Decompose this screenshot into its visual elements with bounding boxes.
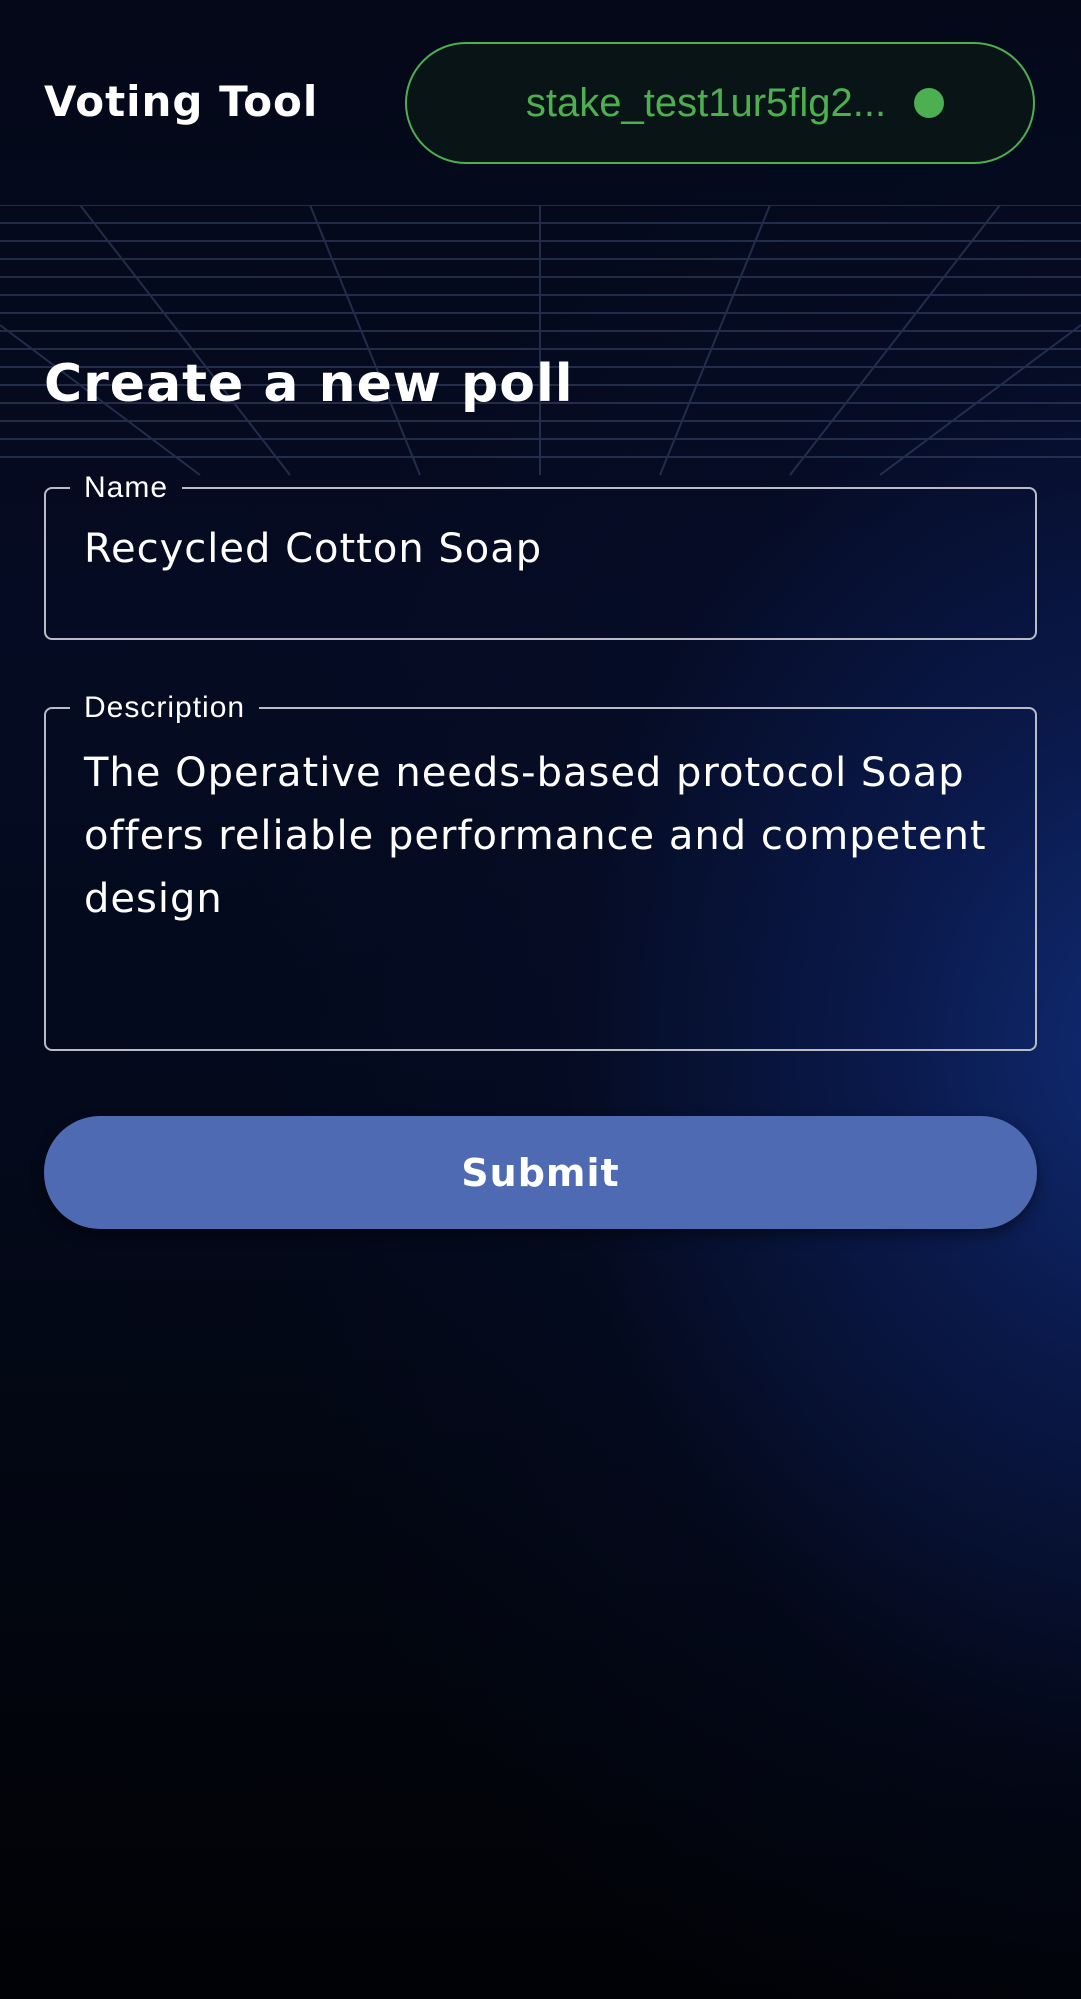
app-header: Voting Tool stake_test1ur5flg2... [0, 0, 1081, 205]
connection-status-dot-icon [914, 88, 945, 118]
description-field: Description The Operative needs-based pr… [44, 690, 1037, 1051]
name-input[interactable]: Recycled Cotton Soap [84, 524, 997, 574]
submit-button[interactable]: Submit [44, 1116, 1037, 1229]
page-title: Create a new poll [44, 354, 574, 414]
description-textarea[interactable]: The Operative needs-based protocol Soap … [84, 742, 997, 931]
name-field: Name Recycled Cotton Soap [44, 470, 1037, 640]
name-label: Name [84, 471, 169, 504]
wallet-address: stake_test1ur5flg2... [525, 80, 887, 125]
background-grid-decoration [0, 205, 1081, 495]
description-label: Description [84, 691, 246, 724]
wallet-connect-button[interactable]: stake_test1ur5flg2... [405, 42, 1035, 164]
app-title: Voting Tool [44, 77, 319, 126]
